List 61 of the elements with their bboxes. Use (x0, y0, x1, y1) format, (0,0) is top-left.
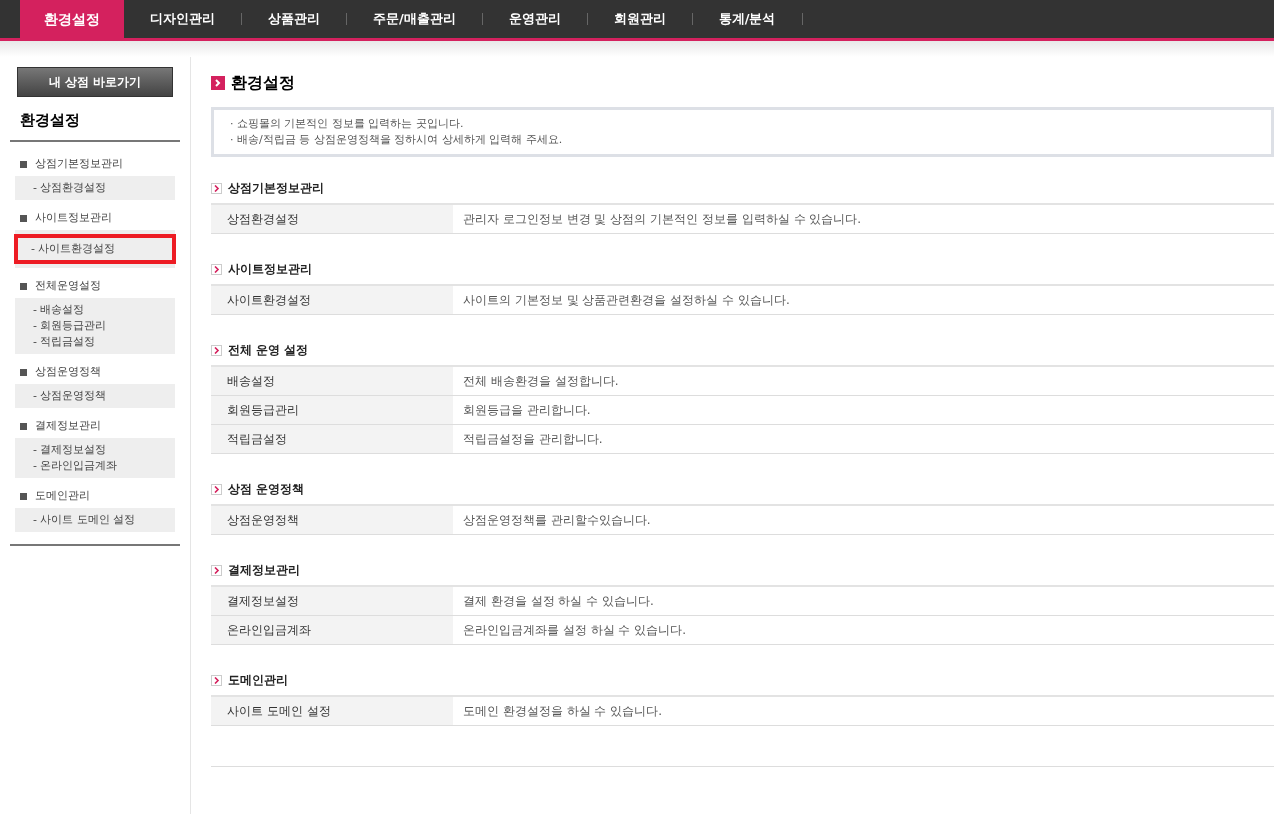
nav-tab[interactable]: 디자인관리 (124, 0, 241, 38)
section-title: 도메인관리 (228, 672, 288, 689)
section-title: 상점 운영정책 (228, 481, 305, 498)
table-cell-text: 온라인입금계좌를 설정 하실 수 있습니다. (462, 622, 688, 639)
sidebar-item[interactable]: - 적립금설정 (15, 333, 175, 350)
notice-text: · 배송/적립금 등 상점운영정책을 정하시여 상세하게 입력해 주세요. (230, 132, 564, 148)
chevron-icon (211, 182, 222, 194)
table-cell: 온라인입금계좌 (211, 616, 453, 644)
sidebar-group: 사이트정보관리 (35, 210, 112, 227)
notice-text: · 쇼핑몰의 기본적인 정보를 입력하는 곳입니다. (230, 116, 465, 132)
sidebar-group: 상점기본정보관리 (35, 156, 123, 173)
chevron-icon (211, 674, 222, 686)
square-bullet-icon (20, 369, 27, 376)
table-cell: 사이트환경설정 (211, 286, 453, 314)
section-title: 상점기본정보관리 (228, 180, 324, 197)
sidebar-group: 전체운영설정 (35, 278, 101, 295)
table-cell-text: 관리자 로그인정보 변경 및 상점의 기본적인 정보를 입력하실 수 있습니다. (462, 211, 863, 228)
table-cell: 상점환경설정 (211, 205, 453, 233)
nav-tab[interactable]: 상품관리 (242, 0, 346, 38)
page-title: 환경설정 (231, 72, 295, 94)
sidebar-title: 환경설정 (10, 109, 180, 142)
section-title: 전체 운영 설정 (228, 342, 309, 359)
sidebar-item[interactable]: - 회원등급관리 (15, 317, 175, 334)
table-cell-text: 결제 환경을 설정 하실 수 있습니다. (462, 593, 655, 610)
nav-tab[interactable]: 환경설정 (20, 0, 124, 38)
square-bullet-icon (20, 493, 27, 500)
square-bullet-icon (20, 215, 27, 222)
nav-tab[interactable]: 회원관리 (587, 0, 692, 38)
table-cell: 배송설정 (211, 367, 453, 395)
square-bullet-icon (20, 423, 27, 430)
sidebar-group: 결제정보관리 (35, 418, 101, 435)
sidebar-item[interactable]: - 결제정보설정 (15, 441, 175, 458)
table-cell: 적립금설정 (211, 425, 453, 453)
chevron-icon (211, 76, 225, 90)
nav-tab[interactable]: 통계/분석 (692, 0, 802, 38)
nav-tab[interactable]: 주문/매출관리 (347, 0, 482, 38)
nav-tab[interactable]: 운영관리 (482, 0, 587, 38)
square-bullet-icon (20, 283, 27, 290)
chevron-icon (211, 564, 222, 576)
chevron-icon (211, 344, 222, 356)
sidebar-item[interactable]: - 배송설정 (15, 301, 175, 318)
table-cell: 상점운영정책 (211, 506, 453, 534)
chevron-icon (211, 483, 222, 495)
table-cell-text: 도메인 환경설정을 하실 수 있습니다. (462, 703, 664, 720)
sidebar-item[interactable]: - 온라인입금계좌 (15, 457, 175, 474)
table-cell: 결제정보설정 (211, 587, 453, 615)
table-cell-text: 전체 배송환경을 설정합니다. (462, 373, 620, 390)
section-title: 결제정보관리 (228, 562, 300, 579)
table-cell-text: 사이트의 기본정보 및 상품관련환경을 설정하실 수 있습니다. (462, 292, 791, 309)
square-bullet-icon (20, 161, 27, 168)
table-cell: 사이트 도메인 설정 (211, 697, 453, 725)
table-cell-text: 적립금설정을 관리합니다. (462, 431, 604, 448)
table-cell-text: 상점운영정책를 관리할수있습니다. (462, 512, 652, 529)
sidebar-group: 도메인관리 (35, 488, 90, 505)
section-title: 사이트정보관리 (228, 261, 312, 278)
chevron-icon (211, 263, 222, 275)
sidebar-item[interactable]: - 사이트환경설정 (14, 233, 176, 264)
sidebar-group: 상점운영정책 (35, 364, 101, 381)
table-cell-text: 회원등급을 관리합니다. (462, 402, 592, 419)
shop-shortcut-button[interactable]: 내 상점 바로가기 (17, 67, 173, 97)
table-cell: 회원등급관리 (211, 396, 453, 424)
